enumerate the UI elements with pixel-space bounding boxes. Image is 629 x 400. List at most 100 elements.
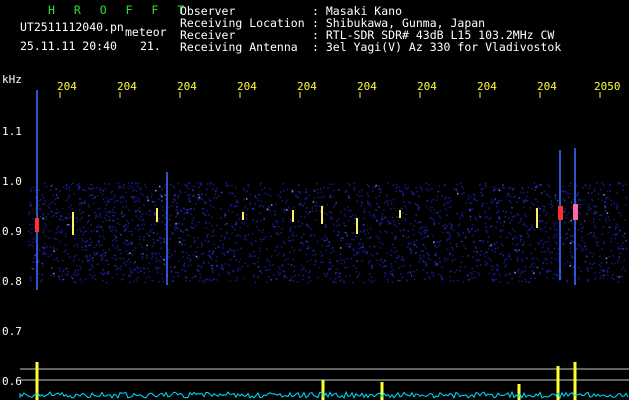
noise-dot bbox=[186, 257, 189, 259]
noise-dot bbox=[364, 233, 366, 235]
noise-dot bbox=[175, 216, 177, 218]
noise-dot bbox=[289, 251, 291, 253]
noise-dot bbox=[521, 271, 523, 274]
noise-dot bbox=[312, 201, 315, 203]
noise-dot bbox=[120, 279, 123, 281]
noise-dot bbox=[604, 206, 607, 209]
noise-dot bbox=[251, 233, 254, 235]
noise-dot bbox=[396, 184, 398, 186]
noise-dot bbox=[399, 279, 401, 282]
noise-dot bbox=[356, 193, 358, 196]
noise-dot bbox=[579, 206, 581, 209]
noise-dot bbox=[133, 196, 135, 198]
noise-dot bbox=[96, 251, 99, 253]
noise-dot bbox=[117, 267, 119, 269]
noise-dot bbox=[415, 244, 417, 247]
noise-dot bbox=[180, 230, 182, 232]
noise-dot bbox=[379, 191, 382, 194]
noise-dot bbox=[314, 204, 316, 207]
noise-dot bbox=[186, 184, 188, 187]
noise-dot bbox=[232, 192, 234, 195]
noise-dot bbox=[81, 202, 83, 204]
noise-dot bbox=[137, 229, 140, 231]
noise-dot bbox=[188, 235, 191, 237]
noise-dot bbox=[224, 216, 226, 218]
noise-dot bbox=[106, 197, 108, 199]
noise-dot bbox=[90, 268, 92, 270]
noise-dot bbox=[172, 201, 174, 203]
noise-dot bbox=[203, 262, 205, 264]
noise-dot bbox=[426, 188, 428, 190]
noise-dot bbox=[426, 200, 428, 202]
noise-dot bbox=[273, 210, 276, 212]
noise-dot bbox=[454, 271, 456, 273]
noise-dot bbox=[185, 276, 187, 279]
noise-dot bbox=[367, 237, 369, 240]
noise-dot bbox=[577, 266, 580, 269]
noise-dot bbox=[546, 262, 548, 265]
noise-dot bbox=[92, 259, 94, 262]
noise-dot bbox=[123, 242, 125, 244]
noise-dot bbox=[305, 240, 308, 243]
noise-dot bbox=[277, 225, 280, 228]
noise-dot bbox=[38, 189, 41, 191]
noise-dot bbox=[42, 231, 44, 234]
noise-dot bbox=[212, 271, 214, 273]
noise-dot bbox=[459, 182, 462, 184]
noise-dot bbox=[306, 223, 309, 226]
noise-dot bbox=[515, 244, 518, 246]
noise-dot bbox=[542, 210, 545, 213]
noise-dot bbox=[50, 185, 52, 187]
noise-dot bbox=[231, 270, 234, 272]
noise-dot bbox=[82, 261, 84, 263]
noise-dot bbox=[49, 245, 52, 248]
noise-dot bbox=[333, 189, 335, 192]
noise-dot bbox=[379, 241, 381, 243]
noise-dot bbox=[526, 200, 529, 202]
noise-dot bbox=[101, 193, 104, 196]
noise-dot bbox=[482, 193, 484, 196]
noise-dot bbox=[309, 270, 311, 272]
noise-dot bbox=[103, 238, 105, 240]
noise-dot bbox=[467, 273, 469, 276]
noise-dot bbox=[339, 272, 341, 275]
noise-dot bbox=[271, 255, 273, 258]
noise-dot bbox=[251, 243, 253, 246]
noise-dot bbox=[597, 241, 599, 243]
noise-dot bbox=[98, 225, 100, 227]
noise-dot bbox=[450, 226, 452, 229]
noise-dot bbox=[436, 262, 438, 265]
noise-dot bbox=[368, 185, 370, 188]
noise-dot bbox=[126, 239, 128, 242]
noise-dot bbox=[445, 208, 447, 210]
noise-dot bbox=[617, 226, 619, 229]
noise-dot bbox=[289, 230, 291, 233]
noise-dot bbox=[550, 207, 553, 209]
noise-dot bbox=[469, 215, 472, 218]
noise-dot bbox=[533, 272, 535, 274]
noise-dot bbox=[95, 214, 97, 217]
noise-dot bbox=[89, 188, 91, 190]
noise-dot bbox=[472, 208, 474, 210]
noise-dot bbox=[472, 234, 474, 237]
noise-dot bbox=[216, 256, 218, 258]
noise-dot bbox=[214, 247, 217, 250]
noise-dot bbox=[375, 184, 377, 187]
noise-dot bbox=[499, 229, 502, 231]
noise-dot bbox=[616, 261, 619, 263]
time-label: 204 bbox=[237, 80, 257, 93]
noise-dot bbox=[45, 252, 47, 255]
noise-dot bbox=[376, 209, 378, 211]
noise-dot bbox=[160, 247, 162, 249]
noise-dot bbox=[548, 186, 551, 188]
noise-dot bbox=[522, 251, 524, 254]
noise-dot bbox=[570, 254, 573, 257]
noise-dot bbox=[424, 226, 427, 229]
noise-dot bbox=[290, 239, 292, 242]
noise-dot bbox=[578, 277, 580, 280]
noise-dot bbox=[238, 260, 240, 263]
noise-dot bbox=[221, 264, 223, 266]
noise-dot bbox=[488, 257, 490, 259]
noise-dot bbox=[438, 185, 441, 187]
noise-dot bbox=[40, 198, 42, 201]
